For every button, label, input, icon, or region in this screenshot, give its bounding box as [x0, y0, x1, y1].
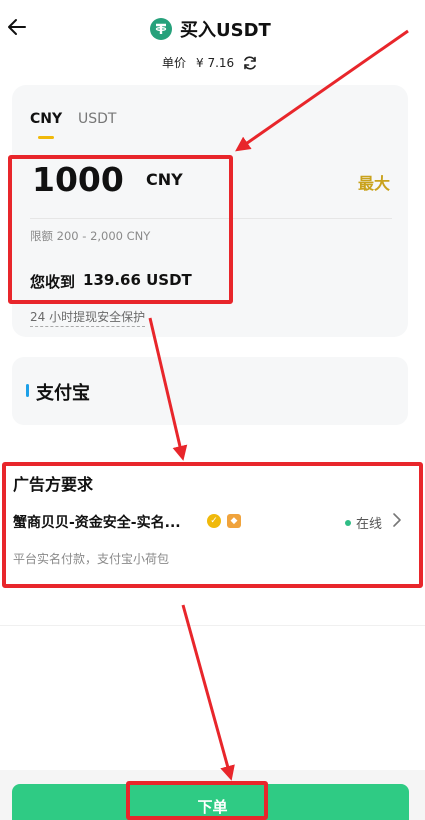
refresh-icon[interactable] — [242, 55, 258, 71]
page-title: 买入USDT — [180, 20, 271, 41]
section-divider — [0, 625, 425, 626]
back-arrow-icon[interactable] — [6, 16, 28, 38]
annotation-arrow-3 — [181, 604, 235, 781]
page-header: 买入USDT — [150, 16, 271, 42]
tether-logo-icon — [150, 18, 172, 40]
payment-method-name: 支付宝 — [36, 383, 90, 404]
payment-method-color-bar — [26, 384, 29, 397]
annotation-box-advertiser — [2, 462, 423, 588]
active-tab-indicator — [38, 136, 54, 139]
unit-price-row: 单价 ¥ 7.16 — [162, 54, 258, 71]
unit-price-label: 单价 — [162, 56, 187, 70]
annotation-box-order — [126, 781, 268, 820]
max-button[interactable]: 最大 — [358, 170, 390, 194]
withdrawal-protection-link[interactable]: 24 小时提现安全保护 — [30, 308, 146, 327]
annotation-box-amount — [8, 155, 233, 304]
tab-usdt[interactable]: USDT — [78, 111, 116, 127]
unit-price-value: ¥ 7.16 — [196, 55, 235, 70]
tab-cny[interactable]: CNY — [30, 111, 62, 127]
